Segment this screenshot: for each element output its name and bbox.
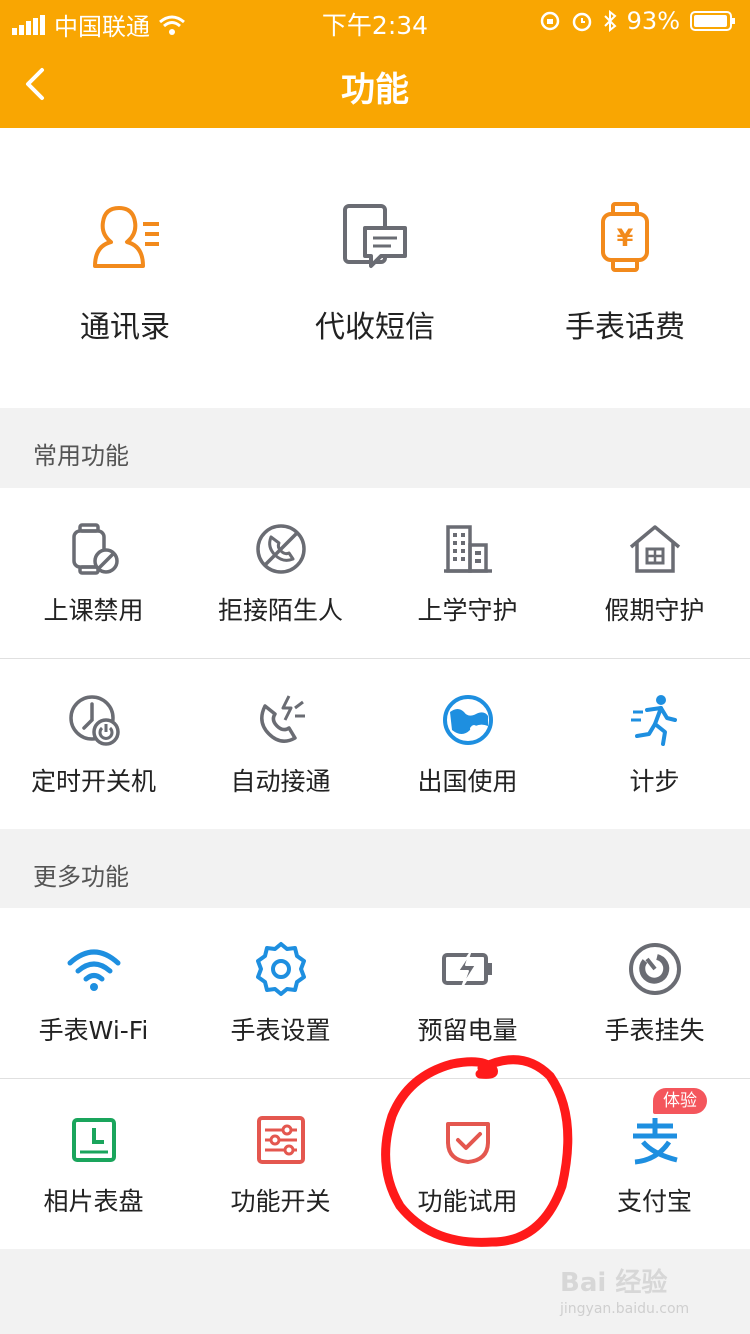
grid-item-auto-answer[interactable]: 自动接通 [187,659,374,829]
grid-item-label: 自动接通 [230,767,331,796]
grid-item-label: 假期守护 [604,596,705,625]
reject-stranger-icon [255,524,306,574]
grid-item-label: 功能开关 [230,1187,331,1216]
grid-item-label: 支付宝 [616,1187,692,1216]
watermark: Bai 经验 jingyan.baidu.com [560,1262,740,1317]
grid-item-label: 相片表盘 [43,1187,144,1216]
grid-item-label: 上学守护 [417,596,518,625]
alarm-icon [572,12,591,32]
school-guard-icon [443,525,492,573]
section-more: 更多功能 [0,829,750,909]
watermark-url: jingyan.baidu.com [560,1301,690,1317]
section-title: 常用功能 [33,442,129,470]
grid-item-timer-power[interactable]: 定时开关机 [0,659,187,829]
settings-gear-icon [255,942,306,996]
sms-icon [343,204,407,268]
grid-item-label: 手表Wi-Fi [38,1016,149,1045]
battery-icon [690,11,735,31]
rotation-lock-icon [540,11,559,31]
grid-item-label: 手表挂失 [604,1016,705,1045]
holiday-guard-icon [629,525,680,573]
top-item-contacts[interactable]: 通讯录 [0,202,250,346]
top-item-label: 手表话费 [565,310,685,345]
section-common: 常用功能 [0,408,750,488]
grid-item-school-guard[interactable]: 上学守护 [374,488,561,658]
timer-power-icon [68,695,120,746]
nav-bar: 功能 [0,40,750,128]
top-features: 通讯录 代收短信 ¥ 手表话费 [0,128,750,408]
class-disable-icon [71,523,119,575]
common-row-2: 定时开关机 自动接通 出国使用 计步 [0,659,750,829]
status-bar: 中国联通 下午2:34 93% [0,0,750,41]
trial-badge: 体验 [653,1088,707,1114]
top-item-watch-fee[interactable]: ¥ 手表话费 [500,202,750,346]
grid-item-label: 定时开关机 [30,767,156,796]
lost-watch-icon [628,943,681,995]
grid-item-watch-settings[interactable]: 手表设置 [187,908,374,1078]
contact-icon [93,206,159,268]
grid-item-steps[interactable]: 计步 [561,659,748,829]
common-row-1: 上课禁用 拒接陌生人 上学守护 假期守护 [0,488,750,658]
grid-item-label: 出国使用 [417,767,518,796]
grid-item-feature-switch[interactable]: 功能开关 [187,1079,374,1249]
watch-fee-icon: ¥ [601,202,649,272]
grid-item-abroad[interactable]: 出国使用 [374,659,561,829]
grid-item-class-disable[interactable]: 上课禁用 [0,488,187,658]
toggle-settings-icon [256,1116,305,1164]
grid-item-photo-dial[interactable]: 相片表盘 [0,1079,187,1249]
section-title: 更多功能 [33,863,129,891]
grid-item-holiday-guard[interactable]: 假期守护 [561,488,748,658]
grid-item-wifi[interactable]: 手表Wi-Fi [0,908,187,1078]
alipay-icon [632,1118,678,1165]
battery-percent: 93% [626,7,680,35]
svg-text:¥: ¥ [617,224,634,252]
page-title: 功能 [341,70,409,110]
runner-icon [630,695,677,746]
watermark-brand: Bai 经验 [560,1268,668,1298]
grid-item-label: 拒接陌生人 [217,596,343,625]
grid-item-label: 计步 [629,767,680,796]
grid-item-report-lost[interactable]: 手表挂失 [561,908,748,1078]
top-item-label: 代收短信 [315,310,435,345]
top-item-label: 通讯录 [80,310,170,345]
grid-item-label: 上课禁用 [43,596,144,625]
top-item-sms[interactable]: 代收短信 [250,202,500,346]
grid-item-label: 预留电量 [417,1016,518,1045]
grid-item-reject-stranger[interactable]: 拒接陌生人 [187,488,374,658]
battery-charge-icon [441,952,492,988]
globe-icon [442,695,493,745]
bluetooth-icon [603,10,617,32]
photo-dial-icon [71,1118,116,1162]
annotation-circle [381,1055,573,1247]
wifi-icon [67,949,120,991]
auto-answer-icon [259,695,305,743]
grid-item-label: 手表设置 [230,1016,331,1045]
